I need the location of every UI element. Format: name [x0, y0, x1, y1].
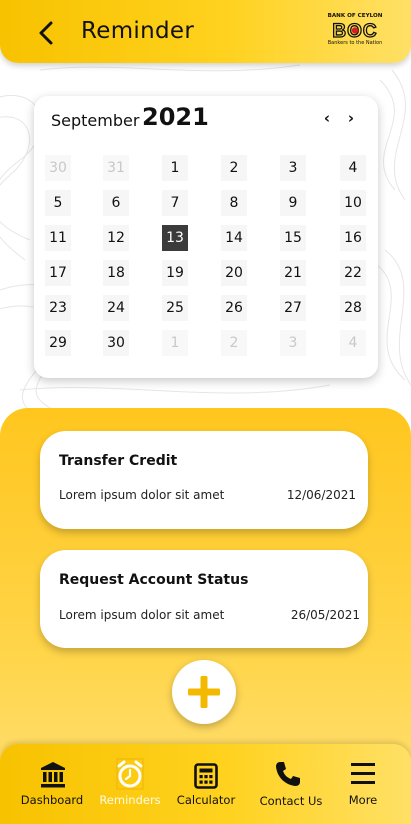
calendar-day[interactable]: 28: [340, 295, 366, 321]
nav-item-calculator[interactable]: Calculator: [168, 744, 244, 824]
calendar-day[interactable]: 1: [162, 155, 188, 181]
calendar-day[interactable]: 21: [280, 260, 306, 286]
nav-label: Reminders: [99, 793, 161, 807]
calendar-day[interactable]: 30: [103, 330, 129, 356]
reminder-title: Request Account Status: [59, 572, 249, 588]
reminder-date: 26/05/2021: [290, 608, 360, 622]
calendar-day[interactable]: 6: [103, 190, 129, 216]
calendar-day[interactable]: 26: [221, 295, 247, 321]
add-reminder-button[interactable]: [172, 660, 236, 724]
reminder-description: Lorem ipsum dolor sit amet: [59, 488, 225, 502]
calendar-day[interactable]: 14: [221, 225, 247, 251]
next-month-button[interactable]: ›: [344, 110, 358, 126]
nav-label: More: [348, 793, 378, 807]
calendar-day[interactable]: 27: [280, 295, 306, 321]
calendar-day[interactable]: 5: [45, 190, 71, 216]
calendar-card: September 2021 ‹ › 30 31 1 2 3 4 5 6 7 8 9 10 11 12 13…: [34, 96, 378, 378]
previous-month-button[interactable]: ‹: [320, 110, 334, 126]
calendar-day[interactable]: 9: [280, 190, 306, 216]
nav-item-dashboard[interactable]: Dashboard: [12, 744, 92, 824]
calendar-day[interactable]: 30: [45, 155, 71, 181]
phone-icon: [276, 762, 300, 786]
calendar-day[interactable]: 12: [103, 225, 129, 251]
bottom-navigation: Dashboard Reminders Calculator Contact U…: [0, 744, 411, 824]
alarm-clock-icon: [116, 758, 144, 790]
calendar-day[interactable]: 29: [45, 330, 71, 356]
bank-icon: [41, 762, 65, 788]
calendar-day[interactable]: 19: [162, 260, 188, 286]
calendar-day[interactable]: 24: [103, 295, 129, 321]
back-button[interactable]: [34, 18, 60, 48]
calendar-day[interactable]: 22: [340, 260, 366, 286]
calendar-day[interactable]: 10: [340, 190, 366, 216]
top-app-bar: Reminder BANK OF CEYLON BOC Bankers to t…: [0, 0, 411, 63]
page-title: Reminder: [81, 18, 195, 44]
calendar-day[interactable]: 7: [162, 190, 188, 216]
calendar-day[interactable]: 17: [45, 260, 71, 286]
logo-tagline: Bankers to the Nation: [327, 40, 383, 46]
nav-label: Calculator: [176, 793, 236, 807]
nav-item-contact-us[interactable]: Contact Us: [250, 744, 332, 824]
calendar-day[interactable]: 20: [221, 260, 247, 286]
nav-item-more[interactable]: More: [332, 744, 394, 824]
calendar-day[interactable]: 3: [280, 155, 306, 181]
plus-icon: [188, 676, 220, 708]
logo-bank-name: BANK OF CEYLON: [327, 13, 383, 19]
calendar-day[interactable]: 8: [221, 190, 247, 216]
calendar-day-selected[interactable]: 13: [162, 225, 188, 251]
calendar-day[interactable]: 2: [221, 155, 247, 181]
reminder-card[interactable]: Request Account Status Lorem ipsum dolor…: [40, 550, 368, 648]
calculator-icon: [194, 763, 218, 789]
calendar-day[interactable]: 4: [340, 155, 366, 181]
calendar-day[interactable]: 31: [103, 155, 129, 181]
calendar-day[interactable]: 11: [45, 225, 71, 251]
nav-label: Contact Us: [259, 794, 323, 808]
nav-item-reminders[interactable]: Reminders: [92, 744, 168, 824]
reminder-title: Transfer Credit: [59, 453, 178, 469]
calendar-year: 2021: [142, 103, 209, 131]
reminder-description: Lorem ipsum dolor sit amet: [59, 608, 225, 622]
calendar-month: September: [51, 111, 140, 130]
calendar-day[interactable]: 4: [340, 330, 366, 356]
calendar-day[interactable]: 3: [280, 330, 306, 356]
calendar-day[interactable]: 23: [45, 295, 71, 321]
reminder-card[interactable]: Transfer Credit Lorem ipsum dolor sit am…: [40, 431, 368, 529]
calendar-day[interactable]: 18: [103, 260, 129, 286]
bank-logo: BANK OF CEYLON BOC Bankers to the Nation: [326, 13, 384, 49]
menu-icon: [351, 763, 375, 784]
calendar-day[interactable]: 16: [340, 225, 366, 251]
calendar-day[interactable]: 1: [162, 330, 188, 356]
calendar-day[interactable]: 2: [221, 330, 247, 356]
nav-label: Dashboard: [20, 793, 84, 807]
back-arrow-icon: [39, 21, 53, 45]
calendar-day[interactable]: 25: [162, 295, 188, 321]
calendar-day[interactable]: 15: [280, 225, 306, 251]
reminder-date: 12/06/2021: [286, 488, 356, 502]
boc-logo-mark: BOC: [332, 20, 378, 40]
